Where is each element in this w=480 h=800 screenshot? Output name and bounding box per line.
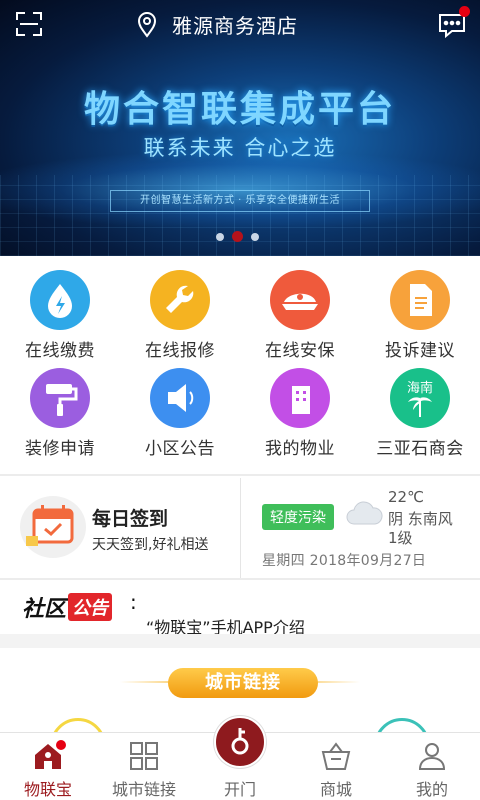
banner-title: 物合智联集成平台 [83, 89, 396, 130]
service-decoration[interactable]: 装修申请 [0, 354, 120, 459]
weather-widget: 轻度污染 22℃ 阴 东南风 1级 星期四 2018年09月27日 [240, 476, 480, 578]
banner-subtitle: 联系未来 合心之选 [143, 136, 337, 160]
paint-roller-icon [30, 368, 90, 428]
top-bar: 雅源商务酒店 [0, 0, 480, 50]
cloud-icon [344, 500, 384, 530]
wind: 阴 东南风 [388, 510, 453, 528]
weather-date: 星期四 2018年09月27日 [262, 553, 427, 569]
calendar-icon [20, 496, 86, 558]
service-complaints[interactable]: 投诉建议 [360, 256, 480, 361]
service-online-repair[interactable]: 在线报修 [120, 256, 240, 361]
wind-level: 1级 [388, 529, 413, 547]
tab-label: 我的 [415, 780, 448, 799]
city-link-heading[interactable]: 城市链接 [168, 668, 318, 698]
hotel-name[interactable]: 雅源商务酒店 [172, 10, 298, 39]
section-gap [0, 634, 480, 648]
community-notice[interactable]: 社区 公告 : “物联宝”手机APP介绍 [0, 582, 480, 637]
tab-home[interactable]: 物联宝 [0, 733, 96, 800]
daily-checkin[interactable]: 每日签到 天天签到,好礼相送 [0, 476, 240, 578]
speaker-icon [150, 368, 210, 428]
tab-label: 物联宝 [23, 780, 72, 799]
message-icon[interactable] [438, 6, 470, 39]
tab-label: 商城 [319, 780, 352, 799]
service-my-property[interactable]: 我的物业 [240, 354, 360, 459]
location-pin-icon [136, 12, 158, 38]
air-quality-badge: 轻度污染 [262, 504, 334, 530]
service-label: 三亚石商会 [376, 439, 464, 459]
building-icon [270, 368, 330, 428]
palm-tree-icon: 海南 [390, 368, 450, 428]
service-online-payment[interactable]: 在线缴费 [0, 256, 120, 361]
service-label: 装修申请 [25, 439, 95, 459]
notice-logo: 社区 公告 [22, 592, 113, 622]
key-icon [231, 728, 249, 755]
wrench-icon [150, 270, 210, 330]
carousel-dot-active[interactable] [232, 231, 243, 242]
tab-mine[interactable]: 我的 [384, 733, 480, 800]
tab-label: 开门 [223, 780, 256, 799]
temperature: 22℃ [388, 488, 424, 506]
notice-logo-part2: 公告 [68, 593, 113, 621]
grid-icon [130, 742, 158, 770]
service-online-security[interactable]: 在线安保 [240, 256, 360, 361]
water-drop-icon [30, 270, 90, 330]
home-badge-dot [56, 740, 66, 750]
banner-tagline: 开创智慧生活新方式 · 乐享安全便捷新生活 [110, 190, 370, 212]
tab-mall[interactable]: 商城 [288, 733, 384, 800]
user-icon [418, 743, 446, 770]
service-grid: 在线缴费 在线报修 在线安保 投诉建议 装修申请 小区公告 我的物业 海南 三亚… [0, 256, 480, 472]
notice-colon: : [130, 590, 137, 614]
notice-logo-part1: 社区 [22, 597, 67, 622]
scan-icon[interactable] [16, 12, 42, 36]
checkin-subtitle: 天天签到,好礼相送 [92, 537, 209, 553]
service-announcement[interactable]: 小区公告 [120, 354, 240, 459]
carousel-dots[interactable] [216, 231, 259, 242]
service-sanya-chamber[interactable]: 海南 三亚石商会 [360, 354, 480, 459]
police-cap-icon [270, 270, 330, 330]
document-icon [390, 270, 450, 330]
tab-label: 城市链接 [111, 780, 176, 799]
service-label: 小区公告 [145, 439, 215, 459]
carousel-dot[interactable] [251, 232, 259, 241]
unread-dot [459, 6, 470, 17]
carousel-dot[interactable] [216, 232, 224, 241]
divider [0, 578, 480, 580]
banner-grid [0, 175, 480, 256]
open-door-button[interactable] [214, 716, 266, 768]
tab-city-link[interactable]: 城市链接 [96, 733, 192, 800]
basket-icon [321, 742, 351, 770]
service-label: 我的物业 [265, 439, 335, 459]
checkin-title: 每日签到 [92, 508, 169, 530]
